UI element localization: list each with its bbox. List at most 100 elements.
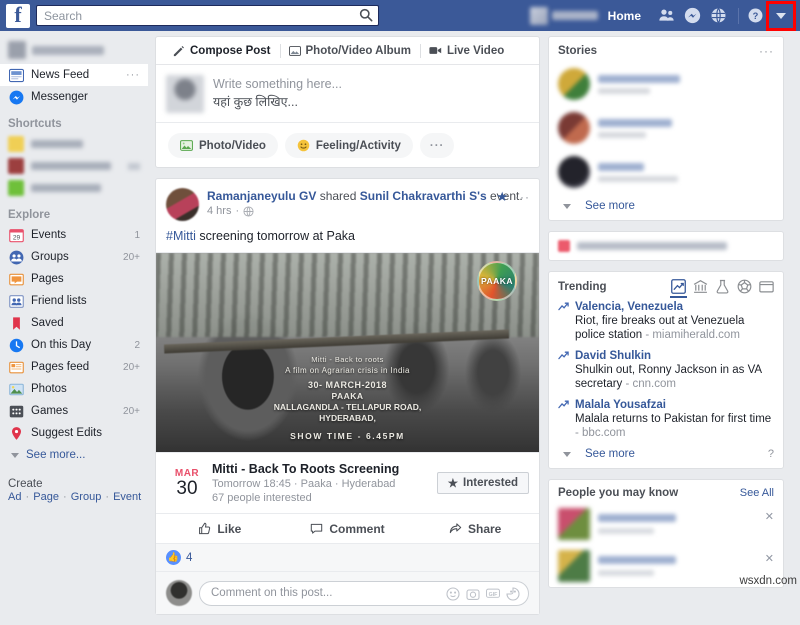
- politics-bank-icon[interactable]: [693, 279, 708, 294]
- close-x-icon[interactable]: ✕: [765, 552, 774, 565]
- friend-requests-icon[interactable]: [655, 5, 677, 27]
- trending-topic[interactable]: Malala Yousafzai: [575, 398, 774, 412]
- sidebar-item-suggest-edits[interactable]: Suggest Edits: [0, 422, 148, 444]
- sidebar-see-more[interactable]: See more...: [0, 444, 148, 466]
- like-button[interactable]: Like: [156, 514, 284, 543]
- star-icon[interactable]: ★: [496, 189, 508, 205]
- post-like-summary[interactable]: 👍 4: [156, 543, 539, 571]
- nav-profile-link[interactable]: [530, 7, 598, 25]
- sponsored-blurred-card[interactable]: [548, 231, 784, 261]
- sidebar-item-pages[interactable]: Pages: [0, 268, 148, 290]
- camera-icon[interactable]: [466, 587, 480, 601]
- account-dropdown-caret-icon[interactable]: [770, 5, 792, 27]
- event-title[interactable]: Mitti - Back To Roots Screening: [212, 461, 437, 477]
- sidebar-profile-link[interactable]: [0, 36, 148, 64]
- trending-item-text: Malala Yousafzai Malala returns to Pakis…: [575, 398, 774, 440]
- event-info-block: Mitti - Back To Roots Screening Tomorrow…: [212, 461, 437, 505]
- more-dots-icon[interactable]: ···: [759, 44, 774, 58]
- trending-topic[interactable]: David Shulkin: [575, 349, 774, 363]
- search-icon[interactable]: [359, 8, 373, 22]
- tab-live-video[interactable]: Live Video: [420, 37, 513, 64]
- create-link-page[interactable]: Page: [33, 491, 59, 503]
- story-item[interactable]: [549, 106, 783, 150]
- trending-item[interactable]: Malala Yousafzai Malala returns to Pakis…: [549, 396, 783, 445]
- sidebar-item-photos[interactable]: Photos: [0, 378, 148, 400]
- post-event-image[interactable]: PAAKA Mitti - Back to roots A film on Ag…: [156, 252, 539, 452]
- sidebar-item-news-feed[interactable]: News Feed ···: [0, 64, 148, 86]
- search-input[interactable]: [36, 5, 379, 26]
- create-link-ad[interactable]: Ad: [8, 491, 21, 503]
- trending-item[interactable]: Valencia, Venezuela Riot, fire breaks ou…: [549, 298, 783, 347]
- post-timestamp[interactable]: 4 hrs: [207, 204, 231, 219]
- facebook-logo[interactable]: f: [6, 4, 30, 28]
- trend-up-arrow-icon: [558, 349, 569, 391]
- shortcut-icon: [8, 136, 24, 152]
- caption-line-5: NALLAGANDLA - TELLAPUR ROAD,: [156, 402, 539, 413]
- trending-source: - cnn.com: [622, 378, 676, 390]
- notifications-globe-icon[interactable]: [707, 5, 729, 27]
- comment-button[interactable]: Comment: [284, 514, 412, 543]
- trending-help-icon[interactable]: ?: [768, 448, 774, 460]
- comment-input-wrapper[interactable]: GIF: [199, 581, 529, 606]
- story-item[interactable]: [549, 62, 783, 106]
- sidebar-item-groups[interactable]: Groups 20+: [0, 246, 148, 268]
- stories-see-more[interactable]: See more: [549, 194, 783, 220]
- sidebar-shortcut-blurred-1[interactable]: [0, 133, 148, 155]
- post-author-name[interactable]: Ramanjaneyulu GV: [207, 189, 316, 203]
- photo-video-button[interactable]: Photo/Video: [168, 133, 278, 158]
- news-feed-options-icon[interactable]: ···: [126, 69, 140, 81]
- sidebar-item-events[interactable]: 29 Events 1: [0, 224, 148, 246]
- chip-label: Feeling/Activity: [316, 140, 401, 152]
- caption-line-3: 30- MARCH-2018: [156, 379, 539, 391]
- right-sidebar: Stories ···: [548, 36, 784, 598]
- sidebar-item-saved[interactable]: Saved: [0, 312, 148, 334]
- nav-home-link[interactable]: Home: [608, 9, 641, 23]
- post-timestamp-row: 4 hrs ·: [207, 204, 523, 219]
- more-dots-icon[interactable]: ···: [515, 190, 530, 204]
- more-options-button[interactable]: ···: [420, 133, 455, 158]
- sidebar-shortcut-blurred-3[interactable]: [0, 177, 148, 199]
- tab-compose-post[interactable]: Compose Post: [164, 37, 280, 64]
- feeling-activity-button[interactable]: Feeling/Activity: [285, 133, 413, 158]
- sidebar-item-on-this-day[interactable]: On this Day 2: [0, 334, 148, 356]
- composer-body: Write something here... यहां कुछ लिखिए..…: [156, 65, 539, 113]
- post-header-actions: ★ ···: [496, 189, 530, 205]
- sidebar-item-pages-feed[interactable]: Pages feed 20+: [0, 356, 148, 378]
- shortcut-label-blurred: [31, 140, 83, 148]
- sidebar-item-games[interactable]: Games 20+: [0, 400, 148, 422]
- post-event-owner[interactable]: Sunil Chakravarthi S's: [360, 189, 487, 203]
- sports-ball-icon[interactable]: [737, 279, 752, 294]
- create-link-event[interactable]: Event: [113, 491, 141, 503]
- sidebar-item-friend-lists[interactable]: Friend lists: [0, 290, 148, 312]
- trending-chart-icon[interactable]: [671, 279, 686, 294]
- story-item[interactable]: [549, 150, 783, 194]
- create-link-group[interactable]: Group: [71, 491, 102, 503]
- help-icon[interactable]: ?: [744, 5, 766, 27]
- post-author-avatar[interactable]: [166, 188, 199, 221]
- composer-tabs: Compose Post Photo/Video Album: [156, 37, 539, 65]
- trending-topic[interactable]: Valencia, Venezuela: [575, 300, 774, 314]
- sidebar-item-messenger[interactable]: Messenger: [0, 86, 148, 108]
- interested-button[interactable]: ★ Interested: [437, 472, 529, 494]
- comment-input[interactable]: [211, 587, 450, 599]
- site-watermark: wsxdn.com: [739, 575, 797, 587]
- trending-see-more[interactable]: See more: [560, 448, 635, 460]
- chip-label: Photo/Video: [199, 140, 266, 152]
- pymk-row[interactable]: ✕: [549, 503, 783, 545]
- pymk-see-all-link[interactable]: See All: [740, 487, 774, 499]
- entertainment-tv-icon[interactable]: [759, 279, 774, 294]
- trending-item[interactable]: David Shulkin Shulkin out, Ronny Jackson…: [549, 347, 783, 396]
- close-x-icon[interactable]: ✕: [765, 510, 774, 523]
- post-hashtag-link[interactable]: #Mitti: [166, 229, 196, 243]
- science-flask-icon[interactable]: [715, 279, 730, 294]
- gif-icon[interactable]: GIF: [486, 587, 500, 601]
- tab-photo-video-album[interactable]: Photo/Video Album: [280, 37, 420, 64]
- sidebar-shortcut-blurred-2[interactable]: [0, 155, 148, 177]
- games-icon: [8, 403, 24, 419]
- messenger-icon[interactable]: [681, 5, 703, 27]
- pages-feed-icon: [8, 359, 24, 375]
- composer-input-area[interactable]: Write something here... यहां कुछ लिखिए..…: [213, 75, 342, 113]
- share-button[interactable]: Share: [411, 514, 539, 543]
- sticker-icon[interactable]: [506, 587, 520, 601]
- emoji-icon[interactable]: [446, 587, 460, 601]
